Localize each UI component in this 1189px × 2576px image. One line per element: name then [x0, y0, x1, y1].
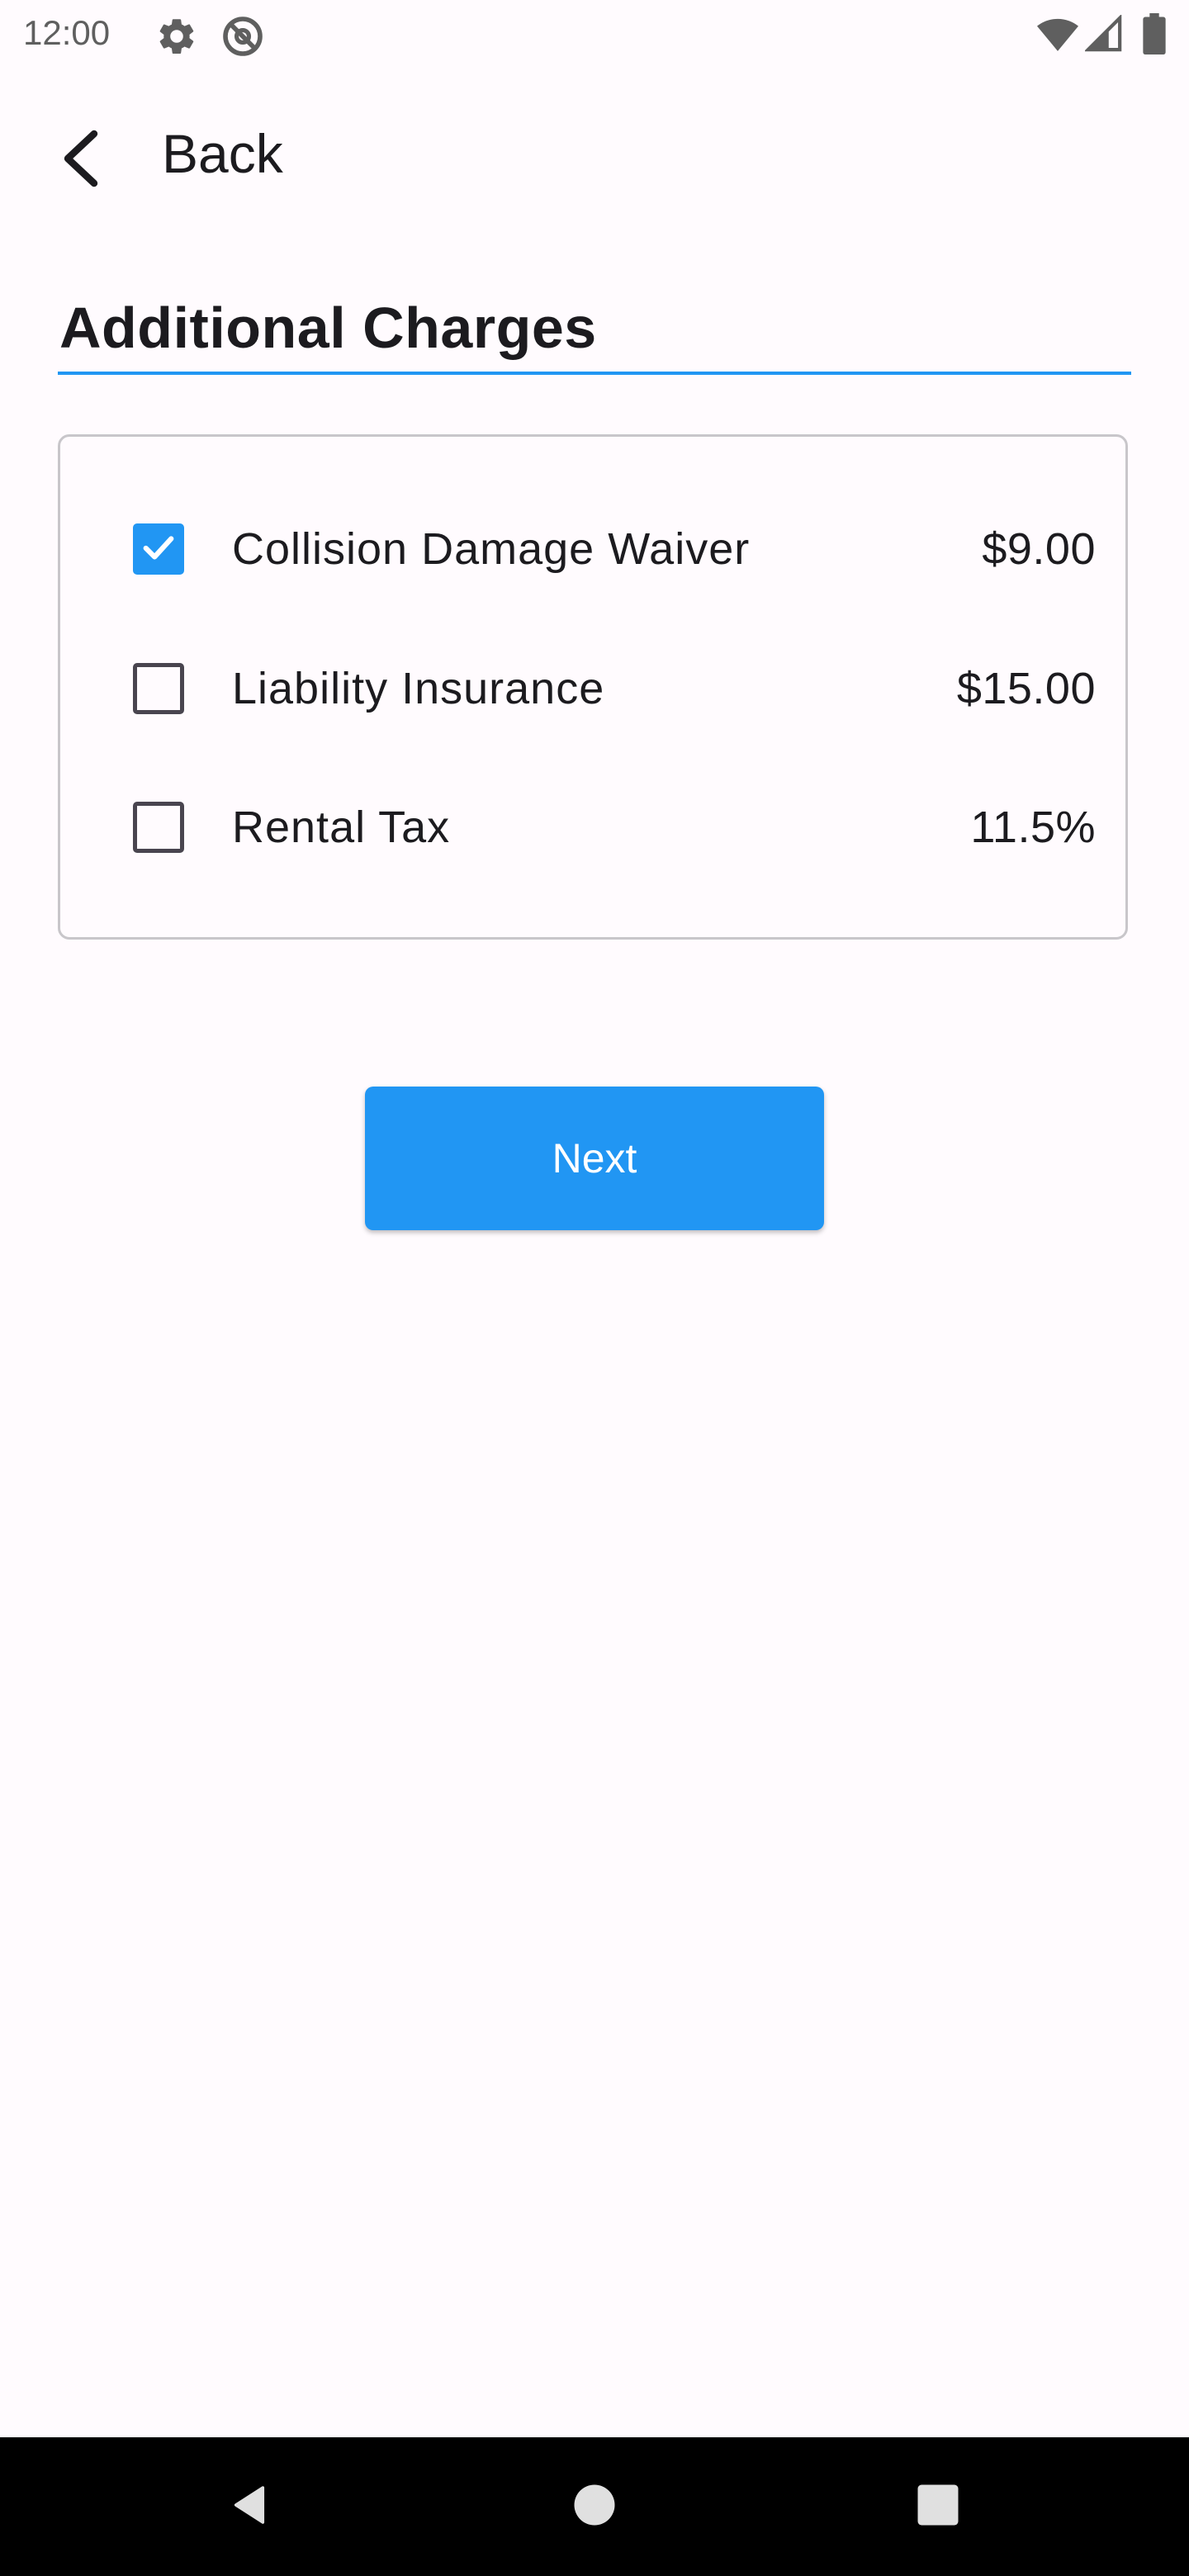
checkmark-icon [140, 528, 178, 571]
charge-label: Collision Damage Waiver [232, 524, 751, 574]
next-button[interactable]: Next [365, 1087, 824, 1230]
home-circle-icon [571, 2482, 618, 2532]
status-bar: 12:00 [0, 0, 1189, 69]
liability-insurance-checkbox[interactable] [133, 663, 184, 714]
nav-back-button[interactable] [183, 2437, 315, 2576]
collision-damage-waiver-checkbox[interactable] [133, 523, 184, 575]
charges-card: Collision Damage Waiver $9.00 Liability … [58, 434, 1128, 940]
charge-amount: $15.00 [956, 664, 1096, 713]
back-label[interactable]: Back [162, 121, 283, 187]
status-time: 12:00 [23, 13, 111, 52]
chevron-left-icon [58, 129, 104, 192]
back-button[interactable] [40, 119, 122, 201]
recents-square-icon [915, 2482, 961, 2532]
battery-icon [1143, 13, 1166, 59]
charge-row-rental-tax[interactable]: Rental Tax 11.5% [60, 778, 1125, 877]
nav-recents-button[interactable] [872, 2437, 1004, 2576]
title-underline [58, 372, 1131, 375]
page-title: Additional Charges [59, 296, 597, 360]
charge-amount: 11.5% [970, 803, 1096, 852]
no-tracking-icon [220, 13, 266, 64]
charge-row-liability-insurance[interactable]: Liability Insurance $15.00 [60, 639, 1125, 738]
rental-tax-checkbox[interactable] [133, 802, 184, 853]
charge-label: Liability Insurance [232, 664, 605, 713]
charge-amount: $9.00 [982, 524, 1096, 574]
navigation-bar [0, 2437, 1189, 2576]
charge-row-collision-damage-waiver[interactable]: Collision Damage Waiver $9.00 [60, 500, 1125, 599]
back-triangle-icon [226, 2482, 272, 2532]
nav-home-button[interactable] [528, 2437, 661, 2576]
wifi-icon [1037, 15, 1078, 57]
signal-icon [1083, 13, 1123, 57]
app-bar: Back [0, 102, 1189, 201]
gear-icon [155, 15, 198, 62]
charge-label: Rental Tax [232, 803, 451, 852]
